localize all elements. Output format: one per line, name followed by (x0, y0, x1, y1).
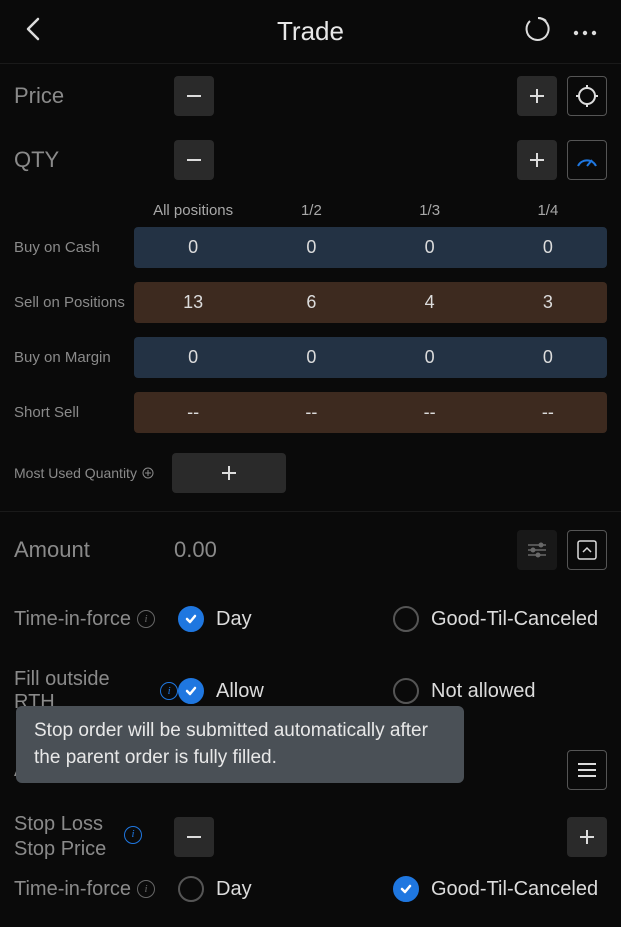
tif-label: Time-in-force i (14, 608, 178, 631)
fill-rth-option-notallowed[interactable]: Not allowed (393, 678, 536, 704)
stoploss-minus-button[interactable] (174, 817, 214, 857)
back-button[interactable] (24, 15, 44, 48)
chevron-up-box-icon (576, 539, 598, 561)
minus-icon (184, 86, 204, 106)
qty-cell[interactable]: 13 (134, 282, 252, 323)
qty-label: QTY (14, 147, 174, 173)
row-label: Buy on Margin (14, 349, 134, 366)
qty-cell[interactable]: 0 (134, 227, 252, 268)
radio-icon (178, 876, 204, 902)
qty-cell[interactable]: -- (489, 392, 607, 433)
tif-option-gtc[interactable]: Good-Til-Canceled (393, 606, 598, 632)
info-icon[interactable]: i (124, 826, 142, 844)
info-icon[interactable]: i (137, 610, 155, 628)
tif2-option-day[interactable]: Day (178, 876, 393, 902)
col-header: 1/2 (252, 202, 370, 219)
qty-cell[interactable]: 0 (252, 337, 370, 378)
amount-value: 0.00 (174, 537, 217, 563)
info-icon[interactable]: i (160, 682, 178, 700)
col-header: 1/4 (489, 202, 607, 219)
menu-icon (576, 761, 598, 779)
qty-cell[interactable]: 3 (489, 282, 607, 323)
price-label: Price (14, 83, 174, 109)
amount-collapse-button[interactable] (567, 530, 607, 570)
price-minus-button[interactable] (174, 76, 214, 116)
radio-icon (178, 678, 204, 704)
refresh-button[interactable] (525, 16, 551, 47)
qty-cell[interactable]: 0 (489, 227, 607, 268)
more-icon (573, 30, 597, 36)
target-icon (575, 84, 599, 108)
qty-cell[interactable]: 0 (371, 337, 489, 378)
qty-cell[interactable]: -- (252, 392, 370, 433)
tooltip: Stop order will be submitted automatical… (16, 706, 464, 783)
attached-order-menu-button[interactable] (567, 750, 607, 790)
add-most-used-qty-button[interactable] (172, 453, 286, 493)
price-target-button[interactable] (567, 76, 607, 116)
refresh-icon (525, 16, 551, 42)
plus-circle-icon (142, 467, 154, 479)
tif2-option-gtc[interactable]: Good-Til-Canceled (393, 876, 598, 902)
more-button[interactable] (573, 23, 597, 41)
amount-sliders-button[interactable] (517, 530, 557, 570)
qty-cell[interactable]: 0 (252, 227, 370, 268)
radio-icon (393, 606, 419, 632)
qty-cell[interactable]: 0 (371, 227, 489, 268)
tif2-label: Time-in-force i (14, 878, 178, 901)
col-header: 1/3 (371, 202, 489, 219)
plus-icon (220, 464, 238, 482)
most-used-qty-label: Most Used Quantity (14, 465, 154, 481)
qty-cell[interactable]: -- (134, 392, 252, 433)
radio-icon (178, 606, 204, 632)
radio-icon (393, 876, 419, 902)
tif-option-day[interactable]: Day (178, 606, 393, 632)
info-icon[interactable]: i (137, 880, 155, 898)
row-label: Short Sell (14, 404, 134, 421)
row-label: Sell on Positions (14, 294, 134, 311)
amount-label: Amount (14, 537, 174, 563)
plus-icon (577, 827, 597, 847)
price-plus-button[interactable] (517, 76, 557, 116)
qty-plus-button[interactable] (517, 140, 557, 180)
qty-cell[interactable]: 0 (134, 337, 252, 378)
qty-minus-button[interactable] (174, 140, 214, 180)
col-header: All positions (134, 202, 252, 219)
qty-cell[interactable]: 6 (252, 282, 370, 323)
page-title: Trade (277, 16, 344, 47)
plus-icon (527, 86, 547, 106)
stoploss-plus-button[interactable] (567, 817, 607, 857)
qty-gauge-button[interactable] (567, 140, 607, 180)
qty-cell[interactable]: 4 (371, 282, 489, 323)
minus-icon (184, 827, 204, 847)
gauge-icon (575, 148, 599, 172)
minus-icon (184, 150, 204, 170)
row-label: Buy on Cash (14, 239, 134, 256)
qty-cell[interactable]: -- (371, 392, 489, 433)
stoploss-label: Stop Loss Stop Price i (14, 812, 174, 862)
qty-cell[interactable]: 0 (489, 337, 607, 378)
plus-icon (527, 150, 547, 170)
fill-rth-option-allow[interactable]: Allow (178, 678, 393, 704)
sliders-icon (526, 541, 548, 559)
radio-icon (393, 678, 419, 704)
chevron-left-icon (24, 15, 44, 43)
